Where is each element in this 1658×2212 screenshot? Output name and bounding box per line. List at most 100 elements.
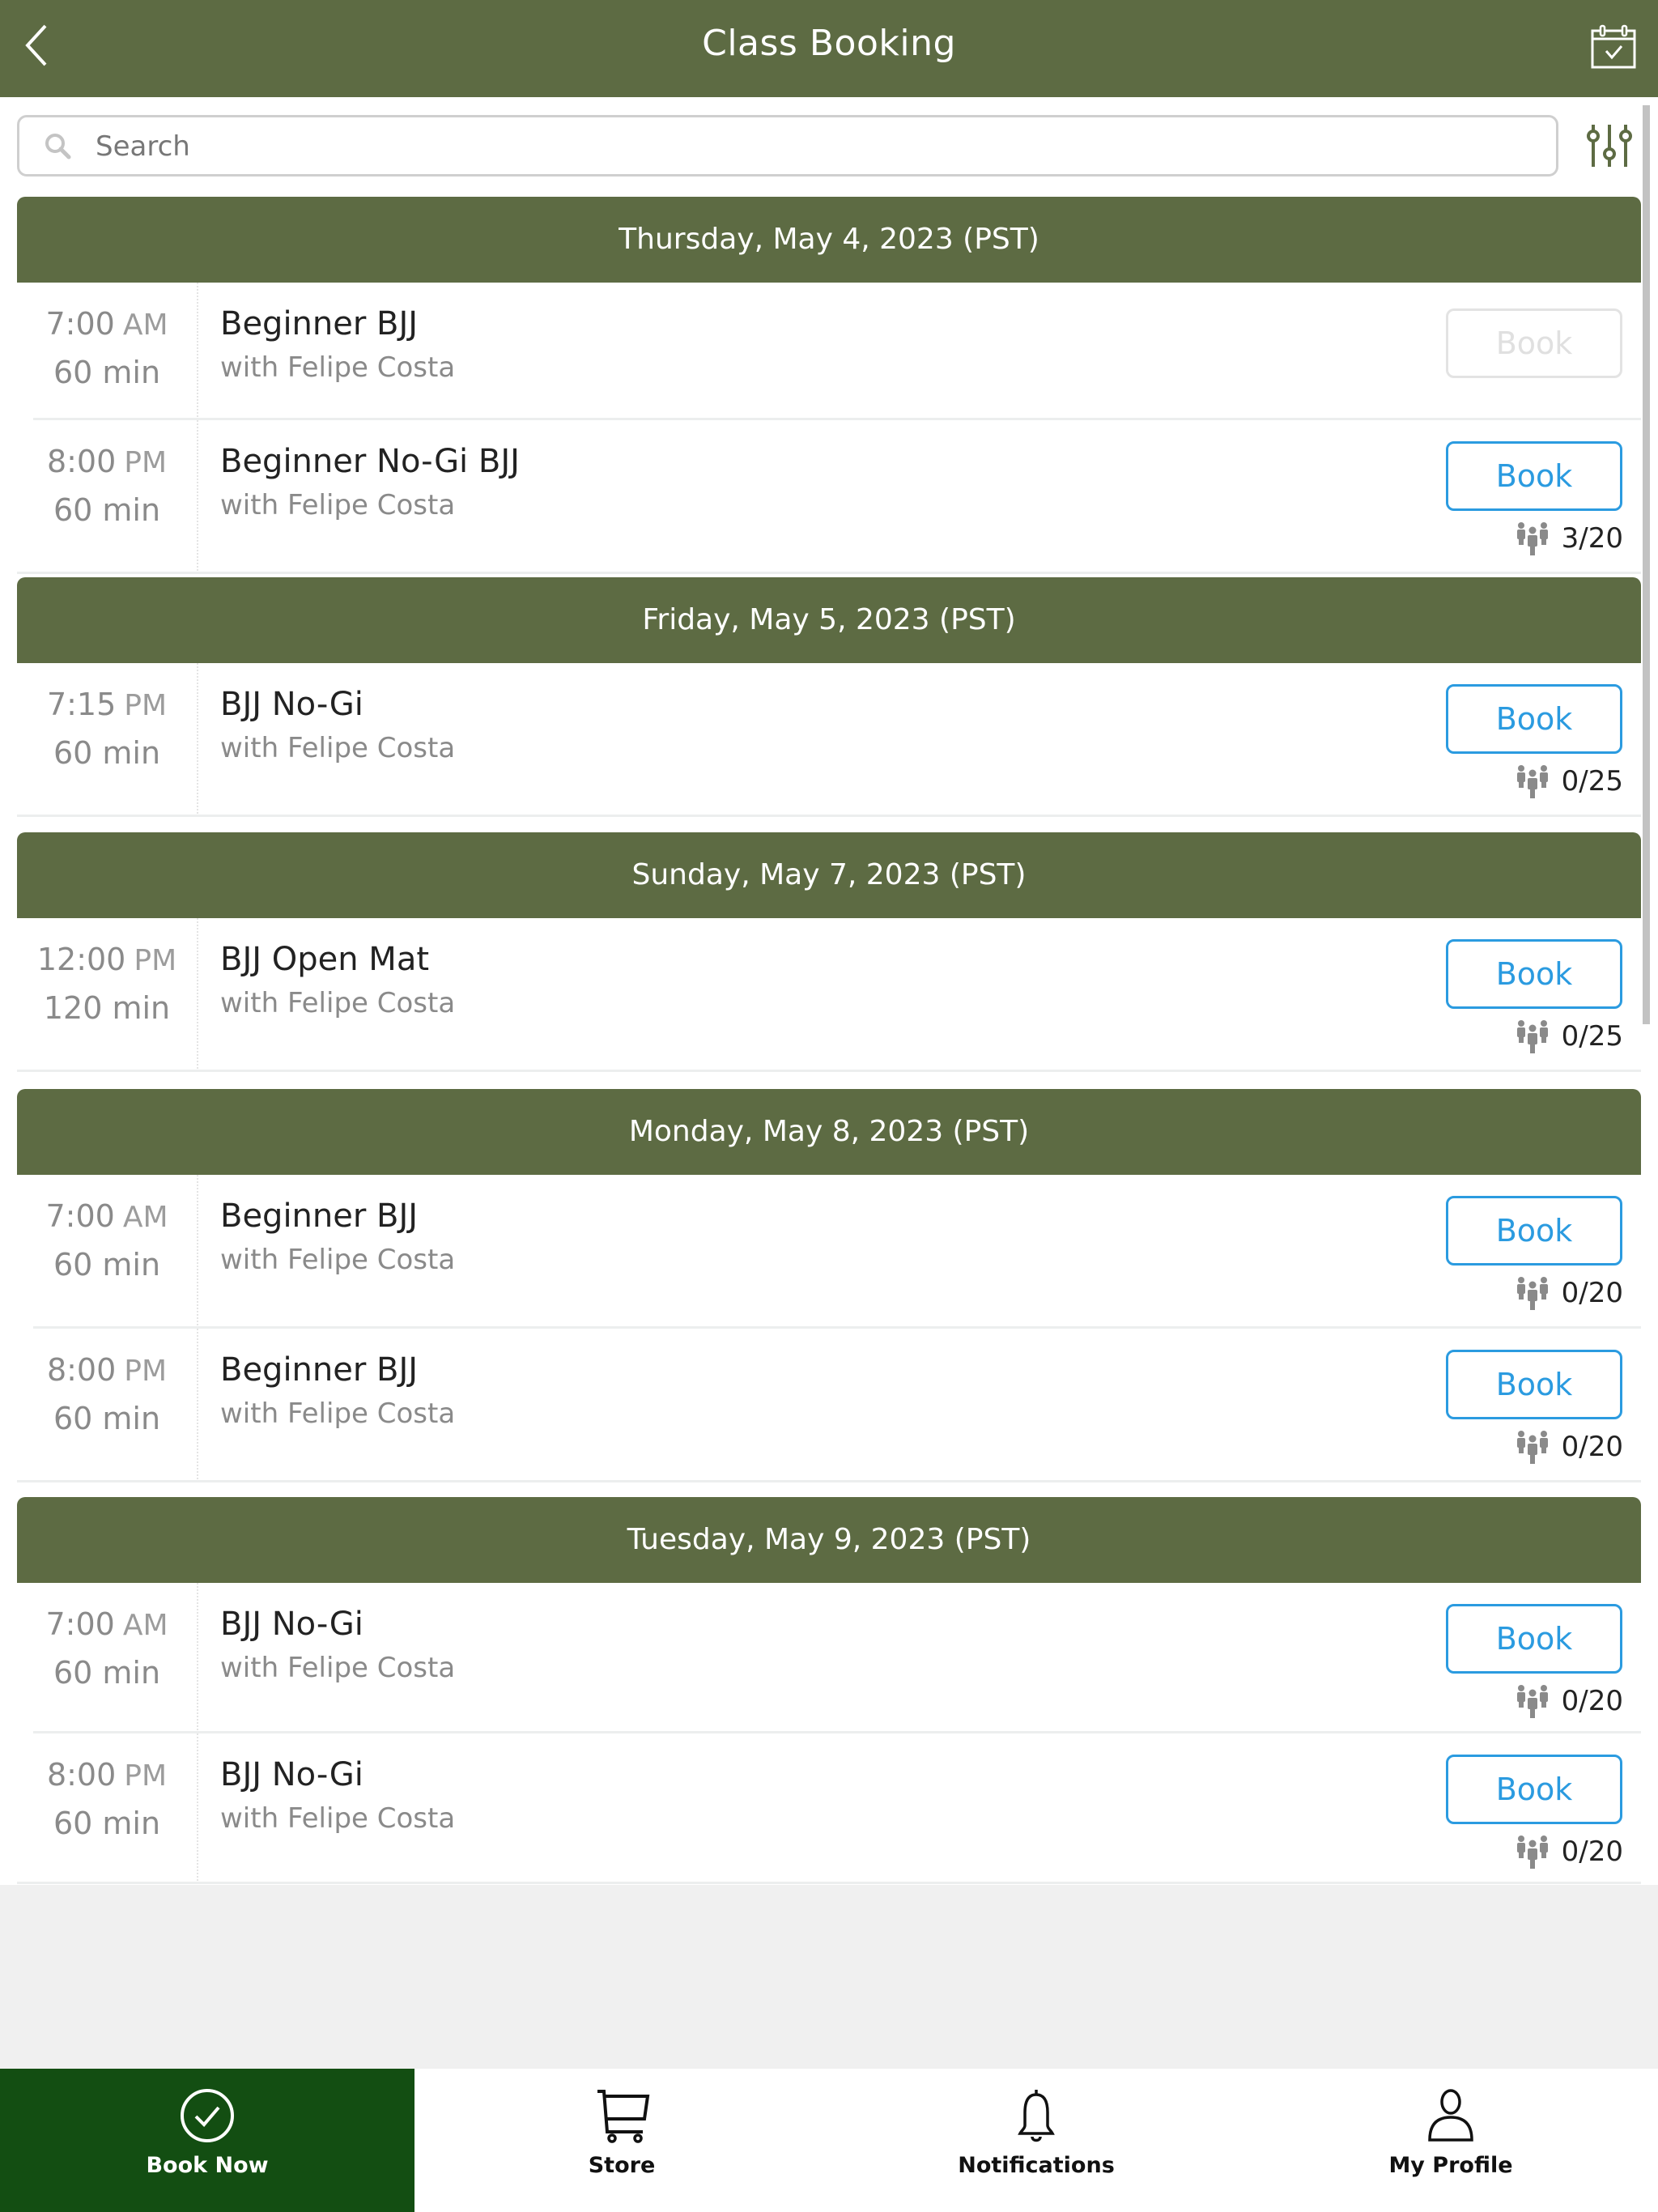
class-name: Beginner BJJ — [220, 1197, 419, 1235]
capacity-count: 0/20 — [1561, 1836, 1623, 1868]
day-section: Sunday, May 7, 2023 (PST) 12:00 PM 120 mi… — [17, 832, 1641, 1072]
class-time-block: 8:00 PM 60 min — [17, 1751, 197, 1847]
user-icon — [1428, 2089, 1473, 2142]
scrollbar-thumb[interactable] — [1643, 105, 1650, 1024]
class-duration: 60 min — [53, 355, 161, 390]
column-divider — [197, 1733, 198, 1884]
class-name: BJJ Open Mat — [220, 941, 430, 978]
class-start-time: 7:00 — [45, 1198, 115, 1234]
class-name: Beginner No-Gi BJJ — [220, 443, 520, 480]
class-instructor: with Felipe Costa — [220, 732, 456, 764]
class-duration: 120 min — [43, 990, 171, 1026]
class-instructor: with Felipe Costa — [220, 987, 456, 1019]
day-header: Friday, May 5, 2023 (PST) — [17, 577, 1641, 663]
column-divider — [197, 663, 198, 817]
class-time-block: 7:00 AM 60 min — [17, 1193, 197, 1288]
class-time-block: 7:00 AM 60 min — [17, 1601, 197, 1696]
day-header: Thursday, May 4, 2023 (PST) — [17, 197, 1641, 283]
class-duration: 60 min — [53, 1401, 161, 1436]
people-icon — [1516, 1431, 1548, 1464]
class-row[interactable]: 12:00 PM 120 min BJJ Open Mat with Felipe… — [17, 918, 1641, 1072]
class-name: BJJ No-Gi — [220, 1606, 363, 1643]
class-row[interactable]: 7:00 AM 60 min BJJ No-Gi with Felipe Cost… — [17, 1583, 1641, 1733]
book-button[interactable]: Book — [1446, 684, 1622, 754]
capacity-indicator: 0/20 — [1515, 1834, 1623, 1870]
tab-book-now[interactable]: Book Now — [0, 2069, 414, 2212]
tab-label: Book Now — [146, 2153, 269, 2178]
class-time-block: 7:00 AM 60 min — [17, 300, 197, 396]
bottom-nav: Book Now Store Notifications My Profile — [0, 2069, 1658, 2212]
class-row[interactable]: 8:00 PM 60 min Beginner No-Gi BJJ with Fe… — [17, 420, 1641, 574]
people-icon — [1516, 765, 1548, 798]
book-button[interactable]: Book — [1446, 1604, 1622, 1674]
book-button[interactable]: Book — [1446, 1755, 1622, 1824]
class-name: BJJ No-Gi — [220, 686, 363, 723]
class-name: Beginner BJJ — [220, 305, 419, 342]
book-button[interactable]: Book — [1446, 1196, 1622, 1266]
people-icon — [1516, 522, 1548, 555]
tab-my-profile[interactable]: My Profile — [1244, 2069, 1658, 2212]
calendar-check-icon[interactable] — [1590, 24, 1637, 70]
class-start-time: 7:15 — [46, 687, 117, 722]
tab-label: Notifications — [958, 2153, 1115, 2178]
search-field[interactable] — [17, 115, 1558, 177]
day-section: Monday, May 8, 2023 (PST) 7:00 AM 60 min … — [17, 1089, 1641, 1482]
day-section: Friday, May 5, 2023 (PST) 7:15 PM 60 min … — [17, 577, 1641, 817]
class-start-time: 7:00 — [45, 306, 115, 342]
class-instructor: with Felipe Costa — [220, 1397, 456, 1430]
column-divider — [197, 1583, 198, 1733]
day-header: Monday, May 8, 2023 (PST) — [17, 1089, 1641, 1175]
class-instructor: with Felipe Costa — [220, 489, 456, 521]
sliders-icon[interactable] — [1587, 121, 1632, 170]
class-instructor: with Felipe Costa — [220, 1652, 456, 1684]
class-time-block: 7:15 PM 60 min — [17, 681, 197, 776]
tab-notifications[interactable]: Notifications — [829, 2069, 1244, 2212]
class-start-time: 7:00 — [45, 1606, 115, 1642]
class-ampm: PM — [124, 1355, 168, 1388]
class-list-container: Thursday, May 4, 2023 (PST) 7:00AM 60 mi… — [0, 97, 1658, 1885]
tab-store[interactable]: Store — [414, 2069, 829, 2212]
class-row[interactable]: 7:15 PM 60 min BJJ No-Gi with Felipe Cost… — [17, 663, 1641, 817]
capacity-count: 3/20 — [1561, 522, 1623, 555]
class-row[interactable]: 7:00 AM 60 min Beginner BJJ with Felipe C… — [17, 283, 1641, 420]
capacity-count: 0/25 — [1561, 1020, 1623, 1053]
class-row[interactable]: 7:00 AM 60 min Beginner BJJ with Felipe C… — [17, 1175, 1641, 1329]
page-title: Class Booking — [702, 23, 956, 64]
class-ampm: AM — [122, 308, 168, 342]
class-ampm: PM — [124, 446, 168, 479]
search-input[interactable] — [96, 124, 1537, 169]
class-row[interactable]: 8:00 PM 60 min Beginner BJJ with Felipe C… — [17, 1329, 1641, 1482]
column-divider — [197, 1329, 198, 1482]
tab-label: Store — [588, 2153, 656, 2178]
class-start-time: 8:00 — [46, 1757, 117, 1793]
class-time-block: 12:00 PM 120 min — [17, 936, 197, 1032]
class-start-time: 8:00 — [46, 444, 117, 479]
people-icon — [1516, 1020, 1548, 1053]
class-ampm: PM — [124, 1759, 168, 1793]
capacity-indicator: 0/20 — [1515, 1429, 1623, 1465]
book-button[interactable]: Book — [1446, 1350, 1622, 1419]
column-divider — [197, 283, 198, 420]
capacity-indicator: 0/20 — [1515, 1683, 1623, 1719]
people-icon — [1516, 1836, 1548, 1869]
class-row[interactable]: 8:00 PM 60 min BJJ No-Gi with Felipe Cost… — [17, 1733, 1641, 1884]
capacity-indicator: 0/25 — [1515, 1019, 1623, 1054]
class-duration: 60 min — [53, 735, 161, 771]
people-icon — [1516, 1277, 1548, 1310]
class-start-time: 12:00 — [36, 942, 126, 977]
search-icon — [45, 134, 71, 160]
class-time-block: 8:00 PM 60 min — [17, 1346, 197, 1442]
class-ampm: AM — [122, 1609, 168, 1642]
book-button[interactable]: Book — [1446, 939, 1622, 1009]
class-duration: 60 min — [53, 1247, 161, 1283]
cart-icon — [597, 2090, 650, 2143]
capacity-count: 0/20 — [1561, 1685, 1623, 1717]
check-circle-icon — [181, 2089, 234, 2142]
class-ampm: AM — [122, 1201, 168, 1234]
bell-icon — [1018, 2090, 1055, 2142]
class-ampm: PM — [134, 944, 177, 977]
book-button[interactable]: Book — [1446, 441, 1622, 511]
day-section: Tuesday, May 9, 2023 (PST) 7:00 AM 60 min… — [17, 1497, 1641, 1884]
class-name: Beginner BJJ — [220, 1351, 419, 1389]
class-time-block: 8:00 PM 60 min — [17, 438, 197, 534]
